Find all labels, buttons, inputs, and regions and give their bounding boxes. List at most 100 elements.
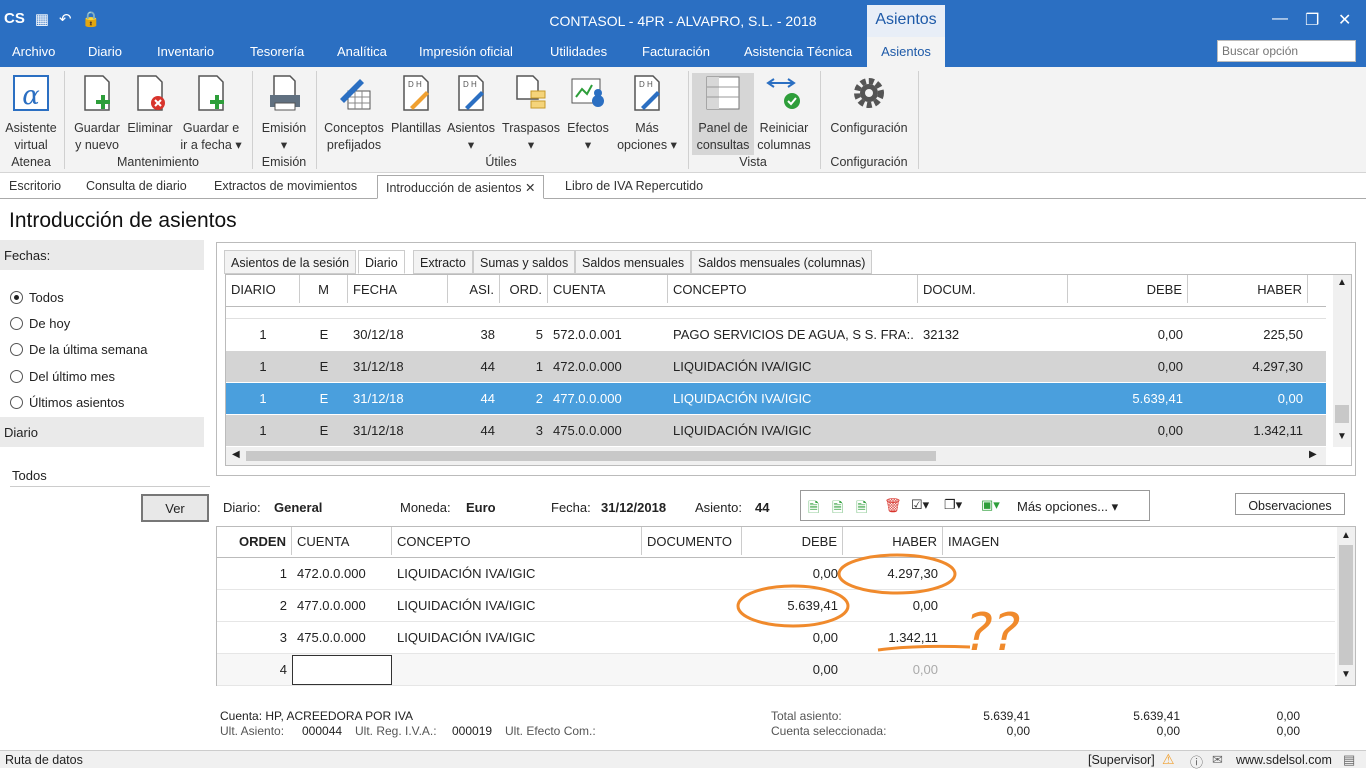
- close-icon[interactable]: ✕: [1338, 10, 1351, 30]
- radio-todos[interactable]: Todos: [10, 290, 64, 305]
- col-diario[interactable]: DIARIO: [226, 275, 300, 303]
- col-fecha[interactable]: FECHA: [348, 275, 448, 303]
- scroll-up-icon[interactable]: ▲: [1337, 530, 1355, 541]
- tab-asientos-sesion[interactable]: Asientos de la sesión: [224, 250, 357, 274]
- eliminar-button[interactable]: Eliminar: [124, 73, 176, 137]
- copy-icon[interactable]: ❐▾: [944, 497, 962, 513]
- radio-ultima-semana[interactable]: De la última semana: [10, 342, 148, 357]
- restore-icon[interactable]: ❐: [1305, 10, 1319, 30]
- col-ord[interactable]: ORD.: [500, 275, 548, 303]
- table-row-partial[interactable]: [226, 307, 1326, 319]
- tab-extracto[interactable]: Extracto: [413, 250, 473, 274]
- asientos-button[interactable]: D H Asientos ▾: [444, 73, 498, 154]
- scroll-left-icon[interactable]: ◀: [232, 449, 240, 460]
- table-row-selected[interactable]: 1 E 31/12/18 44 2 477.0.0.000 LIQUIDACIÓN IVA/…: [226, 383, 1326, 415]
- guardar-ir-fecha-button[interactable]: Guardar e ir a fecha ▾: [176, 73, 246, 154]
- radio-ultimos-asientos[interactable]: Últimos asientos: [10, 395, 124, 410]
- insert-line-icon[interactable]: 🗎: [832, 497, 843, 521]
- duplicate-line-icon[interactable]: 🗎: [856, 497, 867, 521]
- menu-inventario[interactable]: Inventario: [157, 44, 214, 59]
- col-documento[interactable]: DOCUMENTO: [642, 527, 742, 555]
- col-debe[interactable]: DEBE: [1068, 275, 1188, 303]
- col-cuenta[interactable]: CUENTA: [292, 527, 392, 555]
- diario-select[interactable]: Todos: [10, 463, 210, 487]
- table-row[interactable]: 1 E 30/12/18 38 5 572.0.0.001 PAGO SERVICIOS D…: [226, 319, 1326, 351]
- add-line-icon[interactable]: 🗎: [808, 497, 819, 521]
- traspasos-button[interactable]: Traspasos ▾: [498, 73, 564, 154]
- ver-button[interactable]: Ver: [141, 494, 209, 522]
- grid-header: DIARIO M FECHA ASI. ORD. CUENTA CONCEPTO…: [226, 275, 1326, 307]
- vertical-scrollbar[interactable]: ▲ ▼: [1333, 275, 1351, 447]
- menu-facturacion[interactable]: Facturación: [642, 44, 710, 59]
- col-concepto[interactable]: CONCEPTO: [392, 527, 642, 555]
- website-link[interactable]: www.sdelsol.com: [1236, 753, 1332, 767]
- check-list-icon[interactable]: ☑▾: [911, 497, 929, 513]
- ult-asiento-label: Ult. Asiento:: [220, 724, 285, 738]
- menu-archivo[interactable]: Archivo: [12, 44, 55, 59]
- menu-diario[interactable]: Diario: [88, 44, 122, 59]
- conceptos-prefijados-button[interactable]: Conceptos prefijados: [320, 73, 388, 154]
- tab-sumas-saldos[interactable]: Sumas y saldos: [473, 250, 576, 274]
- search-input[interactable]: [1217, 40, 1356, 62]
- server-icon[interactable]: ▤: [1343, 752, 1355, 768]
- tab-diario[interactable]: Diario: [358, 250, 405, 274]
- horizontal-scrollbar[interactable]: ◀ ▶: [226, 447, 1326, 465]
- mas-opciones-button[interactable]: D H Más opciones ▾: [612, 73, 682, 154]
- menu-utilidades[interactable]: Utilidades: [550, 44, 607, 59]
- col-concepto[interactable]: CONCEPTO: [668, 275, 918, 303]
- scroll-right-icon[interactable]: ▶: [1309, 449, 1317, 460]
- col-haber[interactable]: HABER: [1188, 275, 1308, 303]
- diario-panel: Asientos de la sesión Diario Extracto Su…: [216, 242, 1356, 476]
- col-orden[interactable]: ORDEN: [217, 527, 292, 555]
- scroll-down-icon[interactable]: ▼: [1333, 431, 1351, 442]
- table-cell: 1: [279, 566, 287, 581]
- table-cell: 2: [535, 391, 543, 406]
- table-cell[interactable]: [292, 655, 392, 685]
- delete-line-icon[interactable]: 🗑: [884, 497, 902, 514]
- diario-grid: DIARIO M FECHA ASI. ORD. CUENTA CONCEPTO…: [225, 274, 1352, 466]
- table-row[interactable]: 1 E 31/12/18 44 3 475.0.0.000 LIQUIDACIÓN IVA/…: [226, 415, 1326, 447]
- configuracion-button[interactable]: Configuración: [824, 73, 914, 137]
- radio-de-hoy[interactable]: De hoy: [10, 316, 70, 331]
- warning-icon[interactable]: ⚠: [1162, 751, 1175, 768]
- col-m[interactable]: M: [300, 275, 348, 303]
- scroll-up-icon[interactable]: ▲: [1333, 277, 1351, 288]
- tab-extractos[interactable]: Extractos de movimientos: [206, 175, 365, 199]
- tab-escritorio[interactable]: Escritorio: [1, 175, 69, 199]
- minimize-icon[interactable]: —: [1272, 10, 1288, 28]
- plantillas-button[interactable]: D H Plantillas: [388, 73, 444, 137]
- close-icon[interactable]: ✕: [525, 181, 535, 195]
- table-row[interactable]: 1 E 31/12/18 44 1 472.0.0.000 LIQUIDACIÓN IVA/…: [226, 351, 1326, 383]
- menu-analitica[interactable]: Analítica: [337, 44, 387, 59]
- scroll-thumb[interactable]: [1339, 545, 1353, 665]
- ribbon-separator: [64, 71, 65, 169]
- tab-saldos-mensuales[interactable]: Saldos mensuales: [575, 250, 692, 274]
- scroll-down-icon[interactable]: ▼: [1337, 669, 1355, 680]
- menu-asientos[interactable]: Asientos: [867, 37, 945, 67]
- menu-tesoreria[interactable]: Tesorería: [250, 44, 304, 59]
- info-icon[interactable]: ⓘ: [1190, 752, 1203, 771]
- tab-consulta-diario[interactable]: Consulta de diario: [78, 175, 195, 199]
- asistente-virtual-button[interactable]: α Asistente virtual: [2, 73, 60, 154]
- col-cuenta[interactable]: CUENTA: [548, 275, 668, 303]
- tab-libro-iva[interactable]: Libro de IVA Repercutido: [557, 175, 711, 199]
- mail-icon[interactable]: ✉: [1212, 752, 1223, 768]
- emision-button[interactable]: Emisión ▾: [256, 73, 312, 154]
- col-docum[interactable]: DOCUM.: [918, 275, 1068, 303]
- observaciones-button[interactable]: Observaciones: [1235, 493, 1345, 515]
- radio-ultimo-mes[interactable]: Del último mes: [10, 369, 115, 384]
- image-icon[interactable]: ▣▾: [981, 497, 1000, 513]
- mas-opciones-dropdown[interactable]: Más opciones... ▾: [1017, 499, 1118, 515]
- efectos-button[interactable]: Efectos ▾: [564, 73, 612, 154]
- vertical-scrollbar[interactable]: ▲ ▼: [1337, 527, 1355, 685]
- tab-introduccion-asientos[interactable]: Introducción de asientos ✕: [377, 175, 545, 199]
- scroll-thumb[interactable]: [1335, 405, 1349, 423]
- menu-impresion-oficial[interactable]: Impresión oficial: [419, 44, 513, 59]
- reiniciar-columnas-button[interactable]: Reiniciar columnas: [754, 73, 814, 154]
- panel-consultas-button[interactable]: Panel de consultas: [692, 73, 754, 155]
- col-asi[interactable]: ASI.: [448, 275, 500, 303]
- scroll-thumb[interactable]: [246, 451, 936, 461]
- menu-asistencia-tecnica[interactable]: Asistencia Técnica: [744, 44, 852, 59]
- tab-saldos-mensuales-columnas[interactable]: Saldos mensuales (columnas): [691, 250, 873, 274]
- guardar-y-nuevo-button[interactable]: Guardar y nuevo: [70, 73, 124, 154]
